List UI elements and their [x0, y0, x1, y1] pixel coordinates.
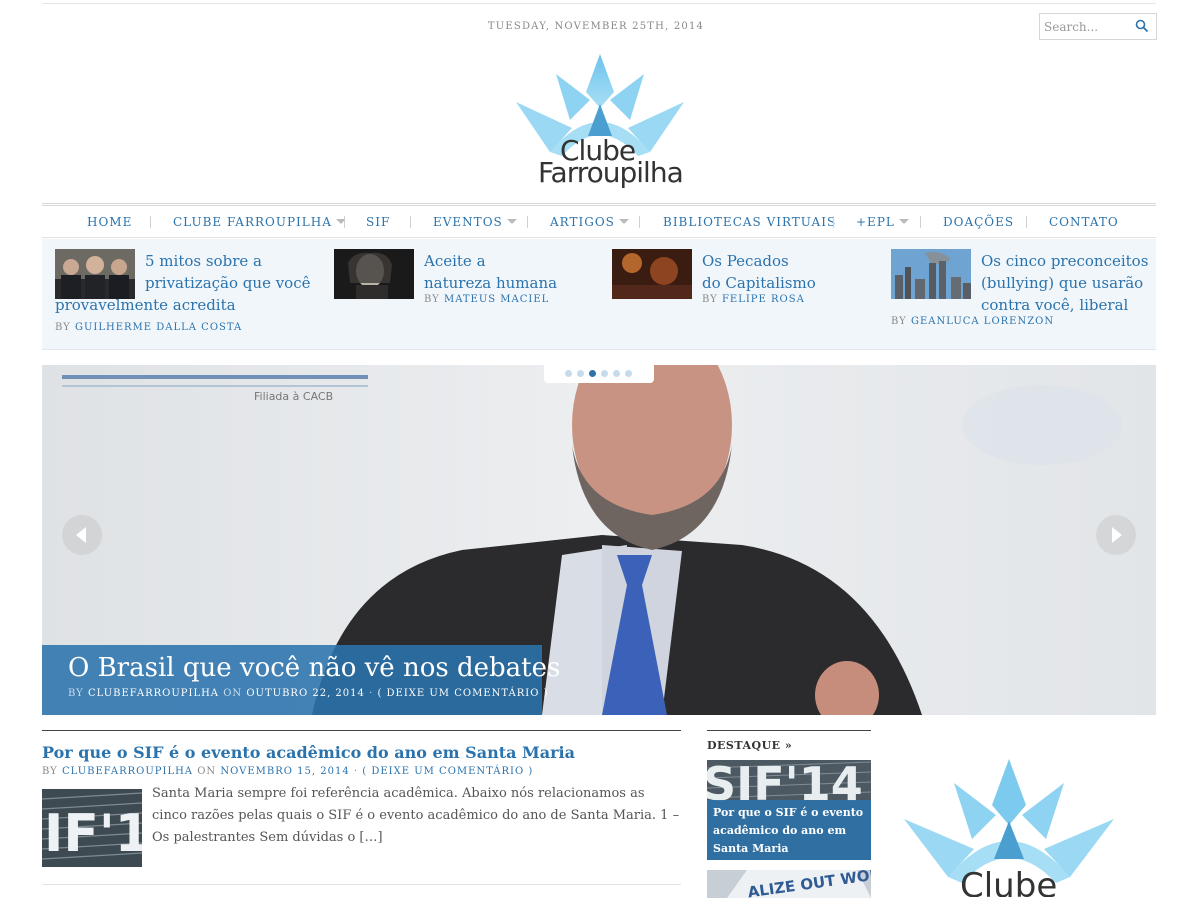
featured-thumbnail[interactable]: [891, 249, 971, 299]
destaque-widget: DESTAQUE » SIF'14 Por que o SIF é o even…: [707, 730, 871, 898]
main-nav: HOME CLUBE FARROUPILHA SIF EVENTOS ARTIG…: [42, 203, 1156, 238]
featured-thumbnail[interactable]: [612, 249, 692, 299]
author-link[interactable]: CLUBEFARROUPILHA: [88, 688, 219, 699]
article-meta: BY CLUBEFARROUPILHA ON NOVEMBRO 15, 2014…: [42, 766, 534, 777]
slide-caption: O Brasil que você não vê nos debates BY …: [42, 645, 560, 715]
article-excerpt: Santa Maria sempre foi referência acadêm…: [152, 786, 680, 845]
article-entry: Por que o SIF é o evento acadêmico do an…: [42, 730, 681, 885]
sidebar-logo-text: Clube: [960, 866, 1057, 897]
slide-background-text: Filiada à CACB: [254, 390, 333, 403]
destaque-card[interactable]: SIF'14 Por que o SIF é o evento acadêmic…: [707, 760, 871, 860]
sidebar-logo[interactable]: Clube: [898, 755, 1120, 897]
arrow-right-icon: [1112, 527, 1122, 543]
nav-separator: [833, 216, 834, 228]
slider-dot[interactable]: [565, 370, 572, 377]
search-icon[interactable]: [1135, 19, 1149, 33]
featured-post-byline: BY MATEUS MACIEL: [424, 294, 550, 305]
featured-post-byline: BY GEANLUCA LORENZON: [891, 316, 1055, 327]
slider-next-button[interactable]: [1096, 515, 1136, 555]
nav-item-sif[interactable]: SIF: [366, 215, 390, 229]
nav-separator: [639, 216, 640, 228]
chevron-down-icon: [618, 219, 629, 224]
nav-separator: [150, 216, 151, 228]
nav-separator: [527, 216, 528, 228]
featured-post-title[interactable]: Aceite a natureza humana: [424, 250, 557, 294]
arrow-left-icon: [76, 527, 86, 543]
featured-thumbnail[interactable]: [334, 249, 414, 299]
featured-post-title-cont[interactable]: provavelmente acredita: [55, 294, 236, 316]
nav-item-artigos[interactable]: ARTIGOS: [550, 215, 629, 229]
nav-separator: [1026, 216, 1027, 228]
nav-item-clube-farroupilha[interactable]: CLUBE FARROUPILHA: [173, 215, 346, 229]
slider-prev-button[interactable]: [62, 515, 102, 555]
slider-dot[interactable]: [613, 370, 620, 377]
top-border: [42, 3, 1156, 4]
featured-post-byline: BY GUILHERME DALLA COSTA: [55, 322, 243, 333]
nav-item-bibliotecas-virtuais[interactable]: BIBLIOTECAS VIRTUAIS: [663, 215, 836, 229]
search-box[interactable]: [1039, 13, 1157, 40]
header-date: TUESDAY, NOVEMBER 25TH, 2014: [487, 21, 705, 32]
comments-link[interactable]: ( DEIXE UM COMENTÁRIO ): [362, 766, 533, 777]
nav-item-eventos[interactable]: EVENTOS: [433, 215, 517, 229]
featured-thumbnail[interactable]: [55, 249, 135, 299]
slider-dot[interactable]: [625, 370, 632, 377]
date-link[interactable]: NOVEMBRO 15, 2014: [220, 766, 349, 777]
date-link[interactable]: OUTUBRO 22, 2014: [246, 688, 365, 699]
slider-dot[interactable]: [577, 370, 584, 377]
nav-item-doacoes[interactable]: DOAÇÕES: [943, 215, 1014, 229]
author-link[interactable]: GUILHERME DALLA COSTA: [75, 322, 242, 333]
thumbnail-text: IF'1: [44, 804, 142, 864]
slide-meta: BY CLUBEFARROUPILHA ON OUTUBRO 22, 2014 …: [68, 688, 549, 699]
slider-dot-active[interactable]: [589, 370, 596, 377]
destaque-card-2[interactable]: ALIZE OUT WORL: [707, 870, 871, 898]
nav-item-contato[interactable]: CONTATO: [1049, 215, 1119, 229]
featured-post-title[interactable]: Os cinco preconceitos (bullying) que usar…: [981, 250, 1148, 316]
nav-item-epl[interactable]: +EPL: [856, 215, 909, 229]
featured-post-byline: BY FELIPE ROSA: [702, 294, 805, 305]
chevron-down-icon: [898, 219, 909, 224]
slide-title[interactable]: O Brasil que você não vê nos debates: [68, 653, 560, 683]
author-link[interactable]: CLUBEFARROUPILHA: [62, 766, 193, 777]
destaque-heading[interactable]: DESTAQUE »: [707, 739, 792, 752]
author-link[interactable]: MATEUS MACIEL: [444, 294, 549, 305]
nav-separator: [344, 216, 345, 228]
nav-separator: [920, 216, 921, 228]
article-title[interactable]: Por que o SIF é o evento acadêmico do an…: [42, 743, 575, 762]
author-link[interactable]: GEANLUCA LORENZON: [911, 316, 1054, 327]
featured-post-title[interactable]: 5 mitos sobre a privatização que você: [145, 250, 311, 294]
search-input[interactable]: [1044, 18, 1132, 36]
comments-link[interactable]: ( DEIXE UM COMENTÁRIO ): [377, 688, 548, 699]
slider-pagination: [544, 365, 654, 383]
featured-posts-strip: 5 mitos sobre a privatização que você pro…: [42, 239, 1156, 350]
destaque-card-title[interactable]: Por que o SIF é o evento acadêmico do an…: [713, 804, 865, 858]
article-thumbnail[interactable]: IF'1: [42, 789, 142, 867]
slider-dot[interactable]: [601, 370, 608, 377]
nav-item-home[interactable]: HOME: [87, 215, 132, 229]
chevron-down-icon: [506, 219, 517, 224]
author-link[interactable]: FELIPE ROSA: [722, 294, 805, 305]
nav-separator: [410, 216, 411, 228]
featured-post-title[interactable]: Os Pecados do Capitalismo: [702, 250, 816, 294]
logo-text-farroupilha: Farroupilha: [538, 156, 684, 189]
